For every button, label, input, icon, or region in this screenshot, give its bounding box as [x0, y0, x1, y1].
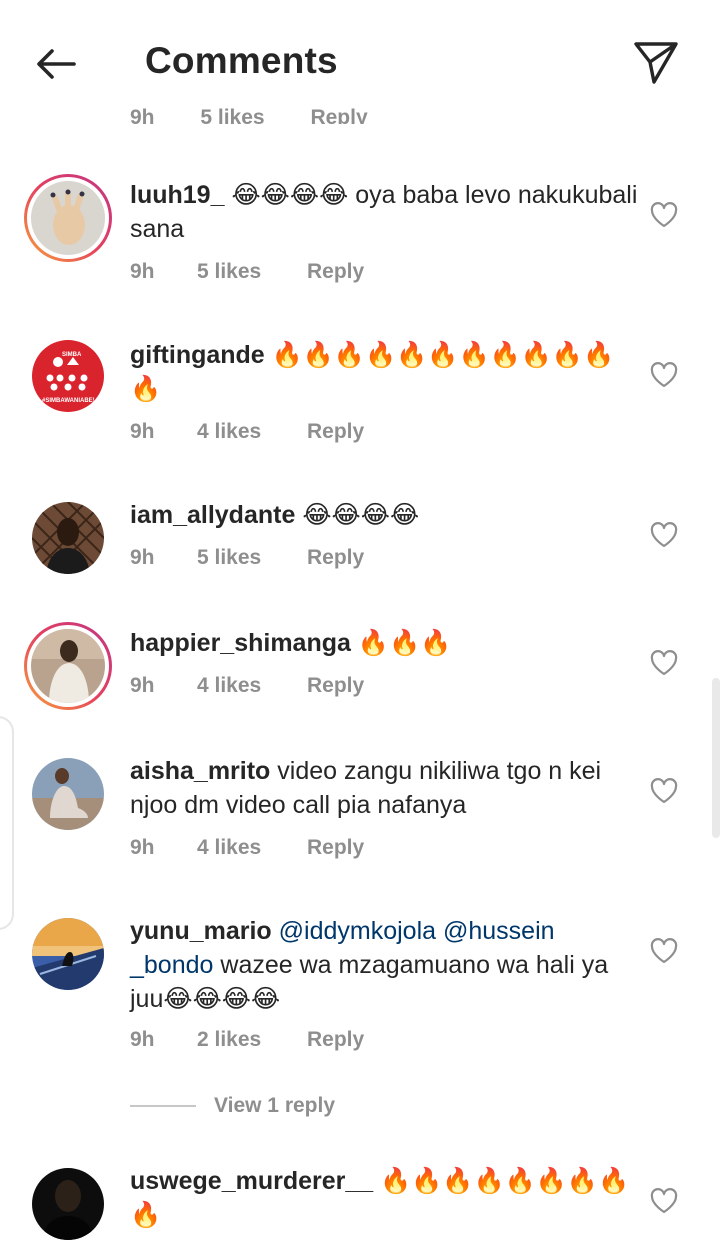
view-replies-button[interactable]: View 1 reply	[130, 1094, 335, 1118]
comment-username[interactable]: giftingande	[130, 341, 265, 369]
comment-body: iam_allydante 😂😂😂😂	[130, 498, 640, 532]
comment-body: aisha_mrito video zangu nikiliwa tgo n k…	[130, 754, 640, 822]
avatar[interactable]	[32, 1168, 104, 1240]
comment-likes[interactable]: 4 likes	[197, 674, 307, 698]
comment-username[interactable]: uswege_murderer__	[130, 1167, 373, 1195]
comment-time: 9h	[130, 260, 155, 283]
reply-button[interactable]: Reply	[307, 546, 364, 570]
edge-panel-handle[interactable]	[0, 716, 14, 930]
comment-meta: 9h 4 likes Reply	[130, 836, 364, 860]
reply-button[interactable]: Reply	[310, 106, 367, 124]
scrollbar[interactable]	[712, 678, 720, 838]
person-sunset-avatar	[32, 918, 104, 990]
avatar[interactable]	[32, 502, 104, 574]
page-title: Comments	[145, 40, 338, 81]
heart-icon[interactable]	[650, 1188, 678, 1214]
comment-username[interactable]: aisha_mrito	[130, 757, 270, 785]
heart-icon[interactable]	[650, 522, 678, 548]
comment-time: 9h	[130, 546, 155, 569]
hand-with-nails-avatar	[31, 181, 105, 255]
comment-time: 9h	[130, 836, 155, 859]
reply-button[interactable]: Reply	[307, 674, 364, 698]
comment-meta: 9h 5 likes Reply	[130, 260, 364, 284]
heart-icon[interactable]	[650, 938, 678, 964]
comment-likes[interactable]: 5 likes	[197, 260, 307, 284]
comment-time: 9h	[130, 674, 155, 697]
comment-username[interactable]: luuh19_	[130, 181, 224, 209]
avatar[interactable]	[32, 918, 104, 990]
comment-username[interactable]: yunu_mario	[130, 917, 272, 945]
comment-text: 😂😂😂😂	[302, 501, 420, 529]
comment-username[interactable]: happier_shimanga	[130, 629, 351, 657]
person-dark-avatar	[32, 502, 104, 574]
avatar[interactable]	[24, 622, 112, 710]
reply-button[interactable]: Reply	[307, 1028, 364, 1052]
heart-icon[interactable]	[650, 778, 678, 804]
simba-logo-avatar: SIMBA #SIMBAWANIABE!	[32, 340, 104, 412]
person-black-shirt-avatar	[32, 1168, 104, 1240]
comment-time: 9h	[130, 420, 155, 443]
comment-body: luuh19_ 😂😂😂😂 oya baba levo nakukubali sa…	[130, 178, 640, 246]
comment-meta: 9h 5 likes Reply	[130, 546, 364, 570]
simba-logo-hashtag: #SIMBAWANIABE!	[42, 398, 95, 404]
avatar[interactable]: SIMBA #SIMBAWANIABE!	[32, 340, 104, 412]
comment-meta: 9h 2 likes Reply	[130, 1028, 364, 1052]
comment-likes[interactable]: 4 likes	[197, 420, 307, 444]
comment-time: 9h	[130, 1028, 155, 1051]
comment-time: 9h	[130, 106, 155, 124]
comment-body: yunu_mario @iddymkojola @hussein _bondo …	[130, 914, 640, 1016]
direct-share-icon[interactable]	[630, 36, 682, 88]
comment-body: uswege_murderer__ 🔥🔥🔥🔥🔥🔥🔥🔥🔥	[130, 1164, 640, 1232]
back-arrow-icon[interactable]	[30, 38, 82, 90]
avatar[interactable]	[24, 174, 112, 262]
person-white-outfit-avatar	[31, 629, 105, 703]
comments-header: Comments	[0, 0, 720, 106]
comment-likes[interactable]: 5 likes	[200, 106, 264, 124]
mention-link[interactable]: @iddymkojola	[279, 917, 436, 945]
comment-body: giftingande 🔥🔥🔥🔥🔥🔥🔥🔥🔥🔥🔥🔥	[130, 338, 640, 406]
comment-body: happier_shimanga 🔥🔥🔥	[130, 626, 640, 660]
comment-username[interactable]: iam_allydante	[130, 501, 295, 529]
avatar[interactable]	[32, 758, 104, 830]
replies-divider	[130, 1105, 196, 1107]
comment-likes[interactable]: 2 likes	[197, 1028, 307, 1052]
comment-text: 🔥🔥🔥	[357, 629, 452, 657]
reply-button[interactable]: Reply	[307, 260, 364, 284]
comment-meta: 9h 4 likes Reply	[130, 420, 364, 444]
reply-button[interactable]: Reply	[307, 420, 364, 444]
comment-likes[interactable]: 4 likes	[197, 836, 307, 860]
simba-logo-top-text: SIMBA	[62, 352, 82, 358]
comment-likes[interactable]: 5 likes	[197, 546, 307, 570]
comment-meta: 9h 4 likes Reply	[130, 674, 364, 698]
view-replies-label: View 1 reply	[214, 1094, 336, 1117]
reply-button[interactable]: Reply	[307, 836, 364, 860]
heart-icon[interactable]	[650, 362, 678, 388]
heart-icon[interactable]	[650, 202, 678, 228]
heart-icon[interactable]	[650, 650, 678, 676]
woman-sitting-avatar	[32, 758, 104, 830]
